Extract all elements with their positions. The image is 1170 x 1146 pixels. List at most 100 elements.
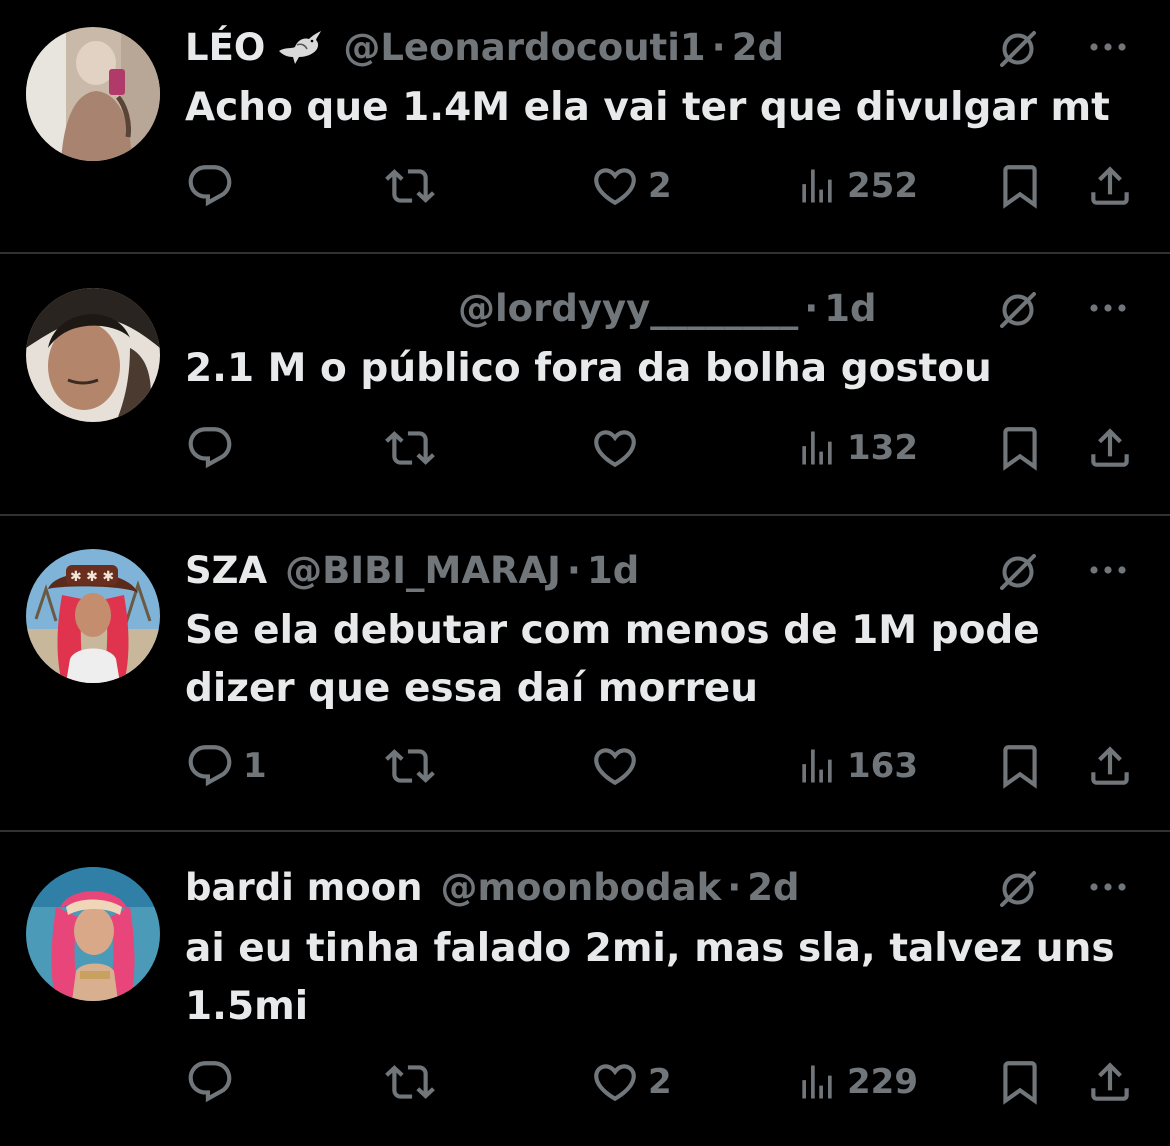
timestamp[interactable]: 2d [747, 866, 799, 909]
like-button[interactable] [590, 738, 648, 794]
tweet-header: LÉO @Leonardocouti1 · 2d [185, 22, 1150, 72]
share-icon [1085, 1057, 1135, 1107]
bookmark-button[interactable] [995, 158, 1045, 214]
separator: · [711, 25, 726, 69]
tweet[interactable]: bardi moon @moonbodak · 2d ai eu tinha f… [0, 832, 1170, 1146]
action-bar: 132 [185, 420, 1145, 476]
retweet-button[interactable] [385, 420, 435, 476]
view-count: 252 [847, 166, 918, 206]
reply-icon [185, 161, 235, 211]
mute-icon[interactable] [996, 867, 1040, 911]
username[interactable]: @lordyyy________ [458, 287, 798, 330]
tweet-header: bardi moon @moonbodak · 2d [185, 862, 1150, 912]
views-icon [795, 741, 839, 791]
timestamp[interactable]: 1d [824, 287, 876, 330]
like-button[interactable]: 2 [590, 158, 672, 214]
more-icon[interactable] [1084, 25, 1132, 69]
bookmark-button[interactable] [995, 420, 1045, 476]
action-bar: 2 229 [185, 1054, 1145, 1110]
bookmark-button[interactable] [995, 738, 1045, 794]
share-button[interactable] [1085, 420, 1135, 476]
timestamp[interactable]: 1d [587, 549, 639, 592]
heart-icon [590, 741, 640, 791]
like-count: 2 [648, 1062, 672, 1102]
display-name[interactable]: bardi moon [185, 866, 422, 909]
retweet-icon [385, 423, 435, 473]
reply-button[interactable] [185, 420, 243, 476]
views-button[interactable]: 252 [795, 158, 918, 214]
retweet-button[interactable] [385, 738, 435, 794]
share-icon [1085, 423, 1135, 473]
heart-icon [590, 423, 640, 473]
display-name[interactable]: LÉO [185, 26, 265, 69]
mute-icon[interactable] [996, 550, 1040, 594]
views-button[interactable]: 229 [795, 1054, 918, 1110]
like-count: 2 [648, 166, 672, 206]
timestamp[interactable]: 2d [732, 26, 784, 69]
heart-icon [590, 1057, 640, 1107]
share-button[interactable] [1085, 738, 1135, 794]
views-icon [795, 161, 839, 211]
views-icon [795, 423, 839, 473]
bookmark-icon [995, 1057, 1045, 1107]
bookmark-icon [995, 161, 1045, 211]
more-icon[interactable] [1084, 865, 1132, 909]
username[interactable]: @moonbodak [440, 866, 721, 909]
avatar[interactable] [26, 288, 160, 422]
tweet[interactable]: ✱ ✱ ✱ SZA @BIBI_MARAJ · 1d Se ela debuta… [0, 516, 1170, 832]
avatar[interactable] [26, 867, 160, 1001]
reply-icon [185, 1057, 235, 1107]
views-button[interactable]: 132 [795, 420, 918, 476]
username[interactable]: @BIBI_MARAJ [285, 549, 561, 592]
tweet-text: Se ela debutar com menos de 1M pode dize… [185, 608, 1040, 711]
reply-icon [185, 741, 235, 791]
tweet-header: SZA @BIBI_MARAJ · 1d [185, 545, 1150, 595]
reply-button[interactable] [185, 1054, 243, 1110]
more-icon[interactable] [1084, 286, 1132, 330]
avatar[interactable] [26, 27, 160, 161]
bookmark-button[interactable] [995, 1054, 1045, 1110]
svg-text:✱ ✱ ✱: ✱ ✱ ✱ [70, 569, 114, 585]
share-icon [1085, 161, 1135, 211]
username[interactable]: @Leonardocouti1 [343, 26, 705, 69]
action-bar: 2 252 [185, 158, 1145, 214]
retweet-icon [385, 161, 435, 211]
reply-button[interactable]: 1 [185, 738, 267, 794]
heart-icon [590, 161, 640, 211]
reply-count: 1 [243, 746, 267, 786]
share-button[interactable] [1085, 1054, 1135, 1110]
retweet-icon [385, 741, 435, 791]
view-count: 229 [847, 1062, 918, 1102]
more-icon[interactable] [1084, 548, 1132, 592]
share-button[interactable] [1085, 158, 1135, 214]
tweet[interactable]: LÉO @Leonardocouti1 · 2d Acho que 1.4M e… [0, 0, 1170, 254]
share-icon [1085, 741, 1135, 791]
avatar[interactable]: ✱ ✱ ✱ [26, 549, 160, 683]
bookmark-icon [995, 423, 1045, 473]
views-button[interactable]: 163 [795, 738, 918, 794]
like-button[interactable] [590, 420, 648, 476]
tweet-text: 2.1 M o público fora da bolha gostou [185, 346, 992, 391]
tweet[interactable]: @lordyyy________ · 1d 2.1 M o público fo… [0, 254, 1170, 516]
bookmark-icon [995, 741, 1045, 791]
view-count: 132 [847, 428, 918, 468]
retweet-button[interactable] [385, 158, 435, 214]
bird-icon [277, 27, 325, 67]
mute-icon[interactable] [996, 288, 1040, 332]
action-bar: 1 163 [185, 738, 1145, 794]
tweet-text: ai eu tinha falado 2mi, mas sla, talvez … [185, 926, 1115, 1029]
separator: · [804, 286, 819, 330]
reply-icon [185, 423, 235, 473]
tweet-text: Acho que 1.4M ela vai ter que divulgar m… [185, 85, 1110, 130]
separator: · [727, 865, 742, 909]
mute-icon[interactable] [996, 27, 1040, 71]
retweet-button[interactable] [385, 1054, 435, 1110]
retweet-icon [385, 1057, 435, 1107]
display-name[interactable]: SZA [185, 549, 267, 592]
tweet-header: @lordyyy________ · 1d [185, 283, 1150, 333]
reply-button[interactable] [185, 158, 243, 214]
like-button[interactable]: 2 [590, 1054, 672, 1110]
view-count: 163 [847, 746, 918, 786]
separator: · [566, 548, 581, 592]
views-icon [795, 1057, 839, 1107]
